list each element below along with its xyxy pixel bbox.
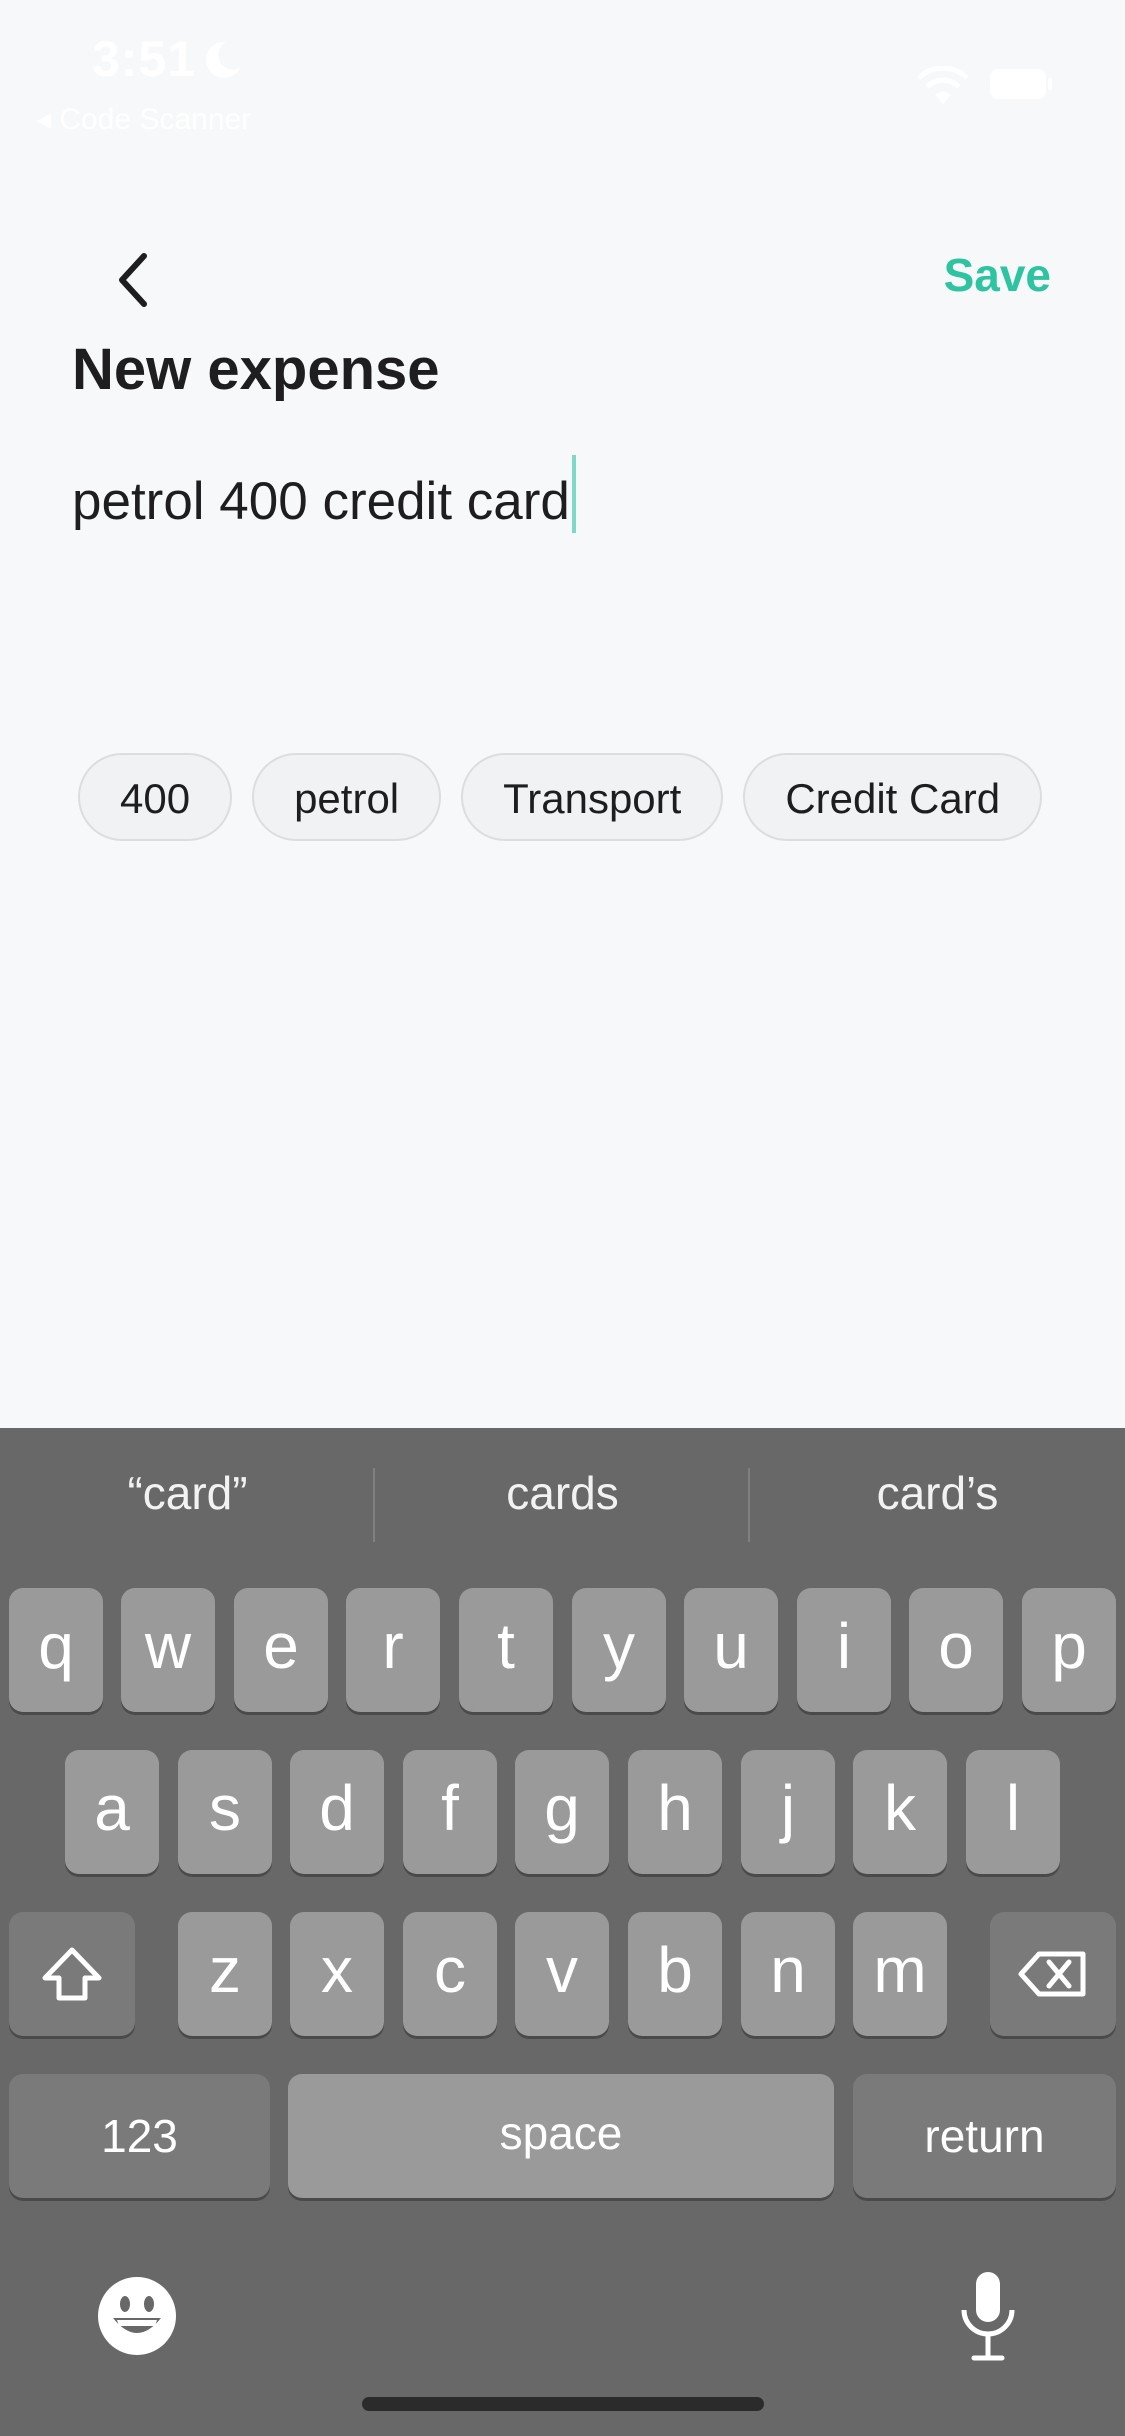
expense-text-input[interactable]: petrol 400 credit card <box>72 455 576 533</box>
home-indicator[interactable] <box>362 2397 764 2411</box>
key-u[interactable]: u <box>684 1588 778 1712</box>
back-button[interactable] <box>100 242 164 318</box>
key-y[interactable]: y <box>572 1588 666 1712</box>
key-f[interactable]: f <box>403 1750 497 1874</box>
key-l[interactable]: l <box>966 1750 1060 1874</box>
back-to-app-link[interactable]: ◂ Code Scanner <box>36 102 251 137</box>
emoji-icon[interactable] <box>97 2276 177 2356</box>
tag-chip-payment-method[interactable]: Credit Card <box>743 753 1043 841</box>
keyboard: “card” cards card’s q w e r t y u i o p … <box>0 1428 1125 2436</box>
key-r[interactable]: r <box>346 1588 440 1712</box>
key-m[interactable]: m <box>853 1912 947 2036</box>
shift-key[interactable] <box>9 1912 135 2036</box>
key-h[interactable]: h <box>628 1750 722 1874</box>
suggestion-2[interactable]: cards <box>375 1466 750 1520</box>
key-w[interactable]: w <box>121 1588 215 1712</box>
status-bar: 3:51 ◂ Code Scanner <box>0 0 1125 150</box>
save-button[interactable]: Save <box>944 248 1051 302</box>
key-g[interactable]: g <box>515 1750 609 1874</box>
numbers-key[interactable]: 123 <box>9 2074 270 2198</box>
suggestion-1[interactable]: “card” <box>0 1466 375 1520</box>
key-c[interactable]: c <box>403 1912 497 2036</box>
key-s[interactable]: s <box>178 1750 272 1874</box>
key-t[interactable]: t <box>459 1588 553 1712</box>
tag-chip-category[interactable]: Transport <box>461 753 724 841</box>
tag-chip-description[interactable]: petrol <box>252 753 442 841</box>
key-v[interactable]: v <box>515 1912 609 2036</box>
tag-chip-amount[interactable]: 400 <box>78 753 233 841</box>
wifi-icon <box>917 66 969 104</box>
key-i[interactable]: i <box>797 1588 891 1712</box>
status-time: 3:51 <box>92 31 197 87</box>
key-j[interactable]: j <box>741 1750 835 1874</box>
key-b[interactable]: b <box>628 1912 722 2036</box>
page-title: New expense <box>72 337 440 402</box>
key-k[interactable]: k <box>853 1750 947 1874</box>
battery-icon <box>990 69 1052 99</box>
shift-icon <box>42 1947 102 2001</box>
expense-text-value: petrol 400 credit card <box>72 472 570 531</box>
key-o[interactable]: o <box>909 1588 1003 1712</box>
space-key[interactable]: space <box>288 2074 834 2198</box>
key-x[interactable]: x <box>290 1912 384 2036</box>
key-n[interactable]: n <box>741 1912 835 2036</box>
delete-key[interactable] <box>990 1912 1116 2036</box>
suggestion-bar: “card” cards card’s <box>0 1428 1125 1578</box>
microphone-icon[interactable] <box>958 2270 1018 2362</box>
key-a[interactable]: a <box>65 1750 159 1874</box>
suggestion-3[interactable]: card’s <box>750 1466 1125 1520</box>
key-q[interactable]: q <box>9 1588 103 1712</box>
moon-icon <box>205 41 240 78</box>
key-e[interactable]: e <box>234 1588 328 1712</box>
parsed-tags-row: 400 petrol Transport Credit Card <box>78 753 1053 845</box>
backspace-icon <box>1018 1951 1086 1997</box>
key-z[interactable]: z <box>178 1912 272 2036</box>
key-p[interactable]: p <box>1022 1588 1116 1712</box>
text-cursor <box>571 455 576 533</box>
chevron-left-icon <box>119 253 147 307</box>
return-key[interactable]: return <box>853 2074 1116 2198</box>
key-d[interactable]: d <box>290 1750 384 1874</box>
